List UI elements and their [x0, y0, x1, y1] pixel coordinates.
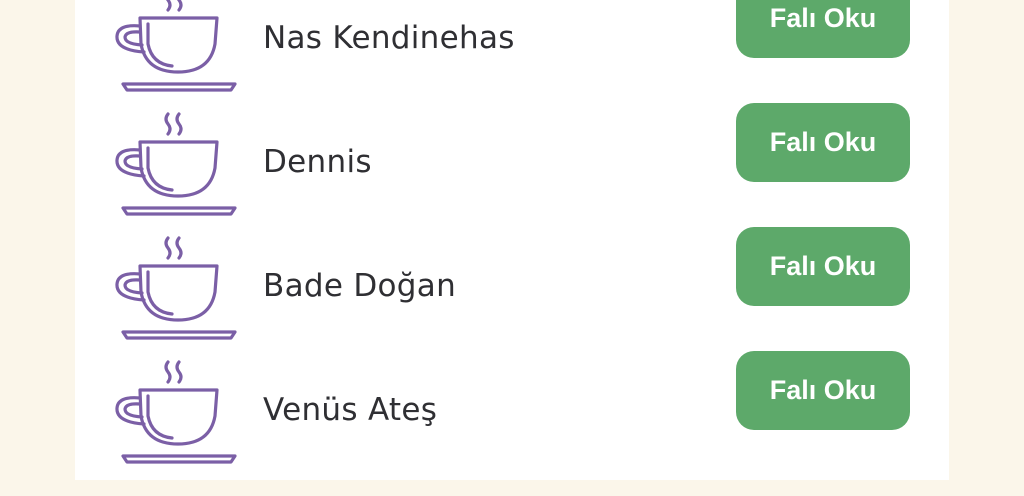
- list-item: Venüs Ateş Falı Oku: [75, 351, 949, 496]
- fortune-list: Nas Kendinehas Falı Oku Dennis Falı Oku: [75, 0, 949, 480]
- person-name: Nas Kendinehas: [263, 20, 515, 56]
- coffee-cup-icon: [115, 112, 237, 216]
- person-name: Bade Doğan: [263, 268, 457, 304]
- coffee-cup-icon: [115, 360, 237, 464]
- read-fortune-button[interactable]: Falı Oku: [736, 103, 910, 182]
- read-fortune-button[interactable]: Falı Oku: [736, 351, 910, 430]
- read-fortune-button[interactable]: Falı Oku: [736, 227, 910, 306]
- person-name: Dennis: [263, 144, 372, 180]
- person-name: Venüs Ateş: [263, 392, 438, 428]
- coffee-cup-icon: [115, 236, 237, 340]
- read-fortune-button[interactable]: Falı Oku: [736, 0, 910, 58]
- coffee-cup-icon: [115, 0, 237, 92]
